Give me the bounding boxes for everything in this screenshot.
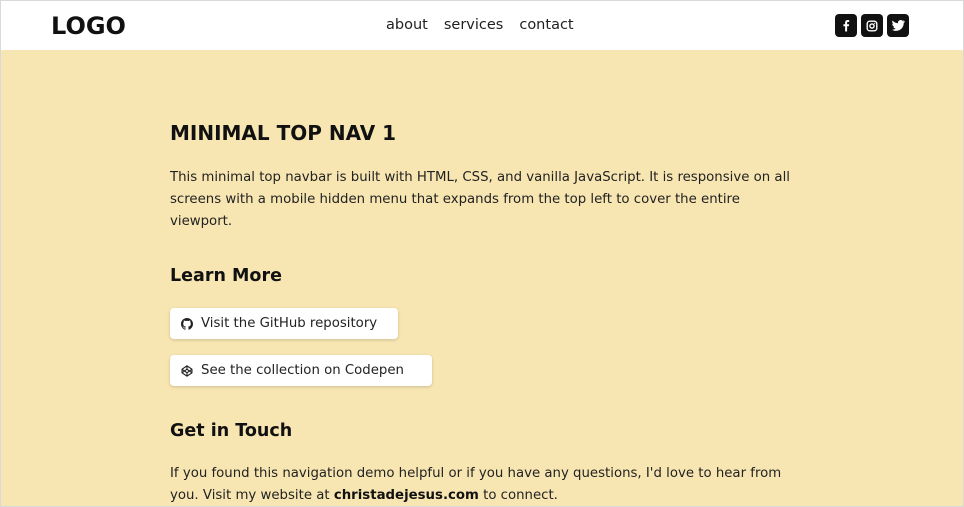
- nav-link-contact[interactable]: contact: [519, 17, 573, 33]
- codepen-icon: [181, 364, 193, 377]
- website-link[interactable]: christadejesus.com: [334, 488, 479, 503]
- contact-paragraph: If you found this navigation demo helpfu…: [170, 463, 800, 506]
- learn-more-heading: Learn More: [170, 266, 282, 286]
- contact-text-after: to connect.: [478, 488, 558, 503]
- social-links: [835, 14, 909, 37]
- nav-link-about[interactable]: about: [386, 17, 428, 33]
- intro-paragraph: This minimal top navbar is built with HT…: [170, 170, 790, 229]
- github-repo-button[interactable]: Visit the GitHub repository: [170, 308, 398, 339]
- nav-links: about services contact: [386, 17, 574, 33]
- logo[interactable]: LOGO: [51, 12, 126, 40]
- github-repo-label: Visit the GitHub repository: [201, 316, 378, 331]
- twitter-icon: [891, 20, 905, 31]
- codepen-collection-button[interactable]: See the collection on Codepen: [170, 355, 432, 386]
- facebook-button[interactable]: [835, 14, 857, 37]
- github-icon: [181, 317, 193, 330]
- get-in-touch-heading: Get in Touch: [170, 421, 293, 441]
- instagram-button[interactable]: [861, 14, 883, 37]
- instagram-icon: [866, 20, 878, 32]
- nav-link-services[interactable]: services: [444, 17, 504, 33]
- top-navbar: LOGO about services contact: [1, 1, 963, 50]
- twitter-button[interactable]: [887, 14, 909, 37]
- main-content: MINIMAL TOP NAV 1 This minimal top navba…: [1, 50, 963, 506]
- facebook-icon: [843, 20, 850, 32]
- page-frame: LOGO about services contact MINIMAL TOP …: [0, 0, 964, 507]
- page-title: MINIMAL TOP NAV 1: [170, 121, 397, 145]
- codepen-collection-label: See the collection on Codepen: [201, 363, 404, 378]
